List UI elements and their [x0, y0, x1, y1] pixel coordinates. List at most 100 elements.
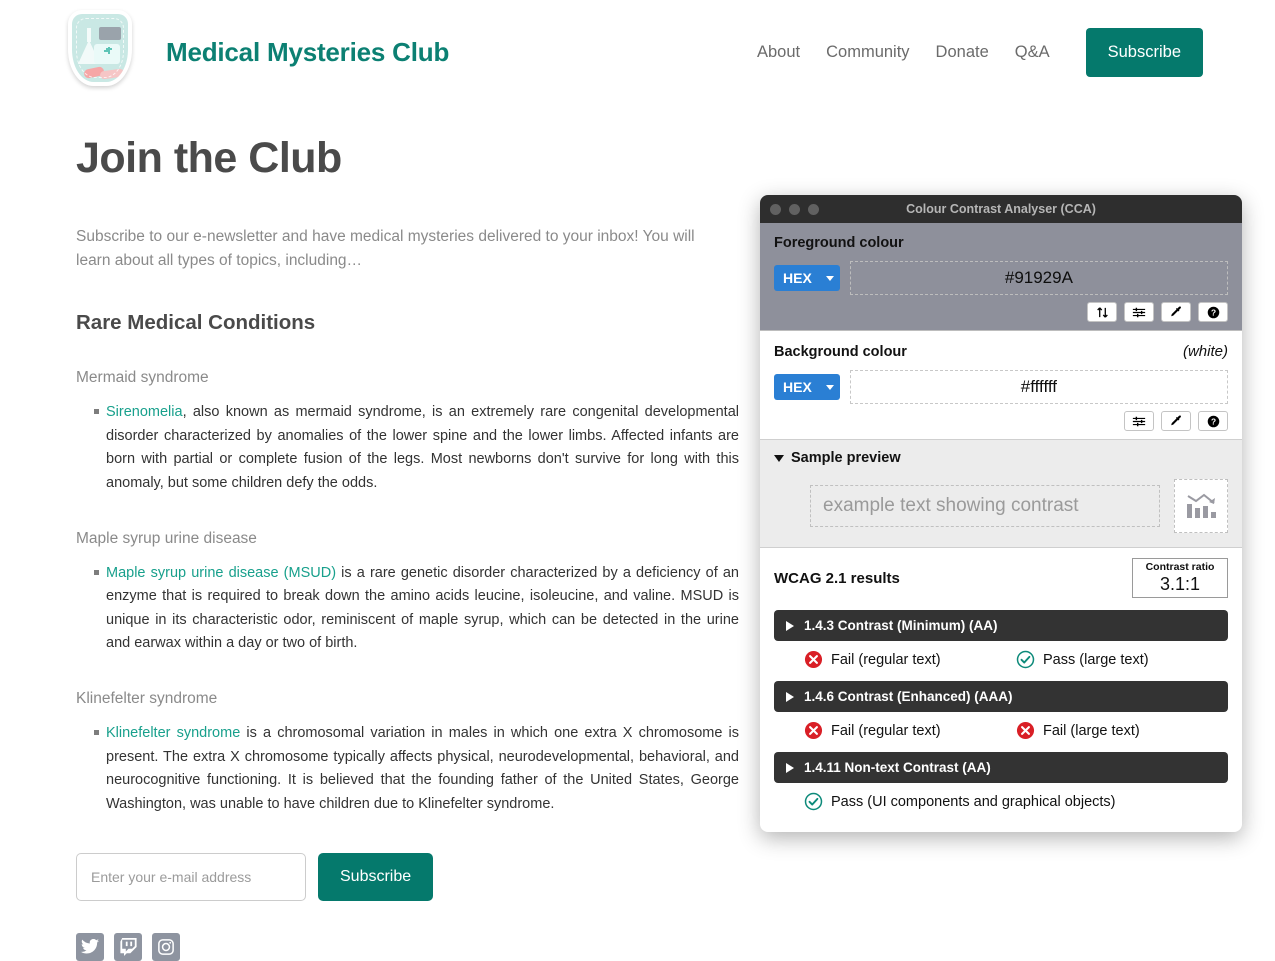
result-fail-regular-text: Fail (regular text)	[804, 721, 1016, 740]
criterion-title: 1.4.11 Non-text Contrast (AA)	[804, 760, 991, 776]
criterion-1-4-3-results: Fail (regular text) Pass (large text)	[804, 650, 1228, 669]
result-label: Fail (regular text)	[831, 651, 941, 668]
fail-icon	[1016, 722, 1035, 740]
brand-title: Medical Mysteries Club	[166, 36, 450, 67]
background-label: Background colour	[774, 344, 907, 360]
foreground-header: Foreground colour	[774, 235, 1228, 251]
fail-icon	[804, 722, 823, 740]
background-header: Background colour (white)	[774, 343, 1228, 360]
foreground-format-select[interactable]: HEX	[774, 265, 840, 291]
minimize-icon[interactable]	[789, 203, 800, 215]
sliders-icon[interactable]	[1124, 302, 1154, 322]
background-format-value: HEX	[783, 379, 812, 395]
condition-link-msud[interactable]: Maple syrup urine disease (MSUD)	[106, 565, 336, 581]
foreground-hex-input[interactable]	[849, 261, 1228, 295]
criterion-title: 1.4.6 Contrast (Enhanced) (AAA)	[804, 689, 1013, 705]
criterion-1-4-11-header[interactable]: 1.4.11 Non-text Contrast (AA)	[774, 752, 1228, 784]
chevron-down-icon	[825, 384, 834, 390]
chevron-right-icon	[786, 762, 794, 773]
site-logo[interactable]	[68, 10, 140, 94]
window-controls	[770, 203, 819, 215]
result-pass-ui-components: Pass (UI components and graphical object…	[804, 792, 1116, 811]
nav-item-qa[interactable]: Q&A	[1015, 43, 1050, 62]
list-item: Maple syrup urine disease (MSUD) is a ra…	[94, 562, 739, 657]
eyedropper-icon[interactable]	[1161, 411, 1191, 431]
header-subscribe-button[interactable]: Subscribe	[1085, 27, 1203, 77]
foreground-format-value: HEX	[783, 270, 812, 286]
window-titlebar[interactable]: Colour Contrast Analyser (CCA)	[760, 195, 1242, 223]
swap-colours-icon[interactable]	[1087, 302, 1117, 322]
foreground-colour-section: Foreground colour HEX ?	[760, 223, 1242, 330]
wcag-results-section: WCAG 2.1 results Contrast ratio 3.1:1 1.…	[760, 547, 1242, 826]
nav-item-donate[interactable]: Donate	[936, 43, 989, 62]
medical-kit-icon	[94, 44, 120, 64]
background-colour-note: (white)	[1182, 343, 1228, 360]
criterion-1-4-3-header[interactable]: 1.4.3 Contrast (Minimum) (AA)	[774, 610, 1228, 642]
close-icon[interactable]	[770, 203, 781, 215]
monitor-decoration	[99, 27, 121, 40]
maximize-icon[interactable]	[808, 203, 819, 215]
nav-item-about[interactable]: About	[757, 43, 800, 62]
twitch-icon[interactable]	[114, 932, 142, 961]
background-format-select[interactable]: HEX	[774, 374, 840, 400]
background-colour-row: HEX	[774, 370, 1228, 404]
fail-icon	[804, 651, 823, 669]
foreground-icon-row: ?	[774, 302, 1228, 322]
background-colour-section: Background colour (white) HEX ?	[760, 330, 1242, 439]
main-nav: About Community Donate Q&A Subscribe	[757, 27, 1203, 77]
condition-list-klinefelter-syndrome: Klinefelter syndrome is a chromosomal va…	[76, 722, 740, 817]
criterion-title: 1.4.3 Contrast (Minimum) (AA)	[804, 618, 998, 634]
condition-list-mermaid-syndrome: Sirenomelia, also known as mermaid syndr…	[76, 401, 740, 496]
contrast-ratio-value: 3.1:1	[1159, 573, 1201, 594]
site-header: Medical Mysteries Club About Community D…	[0, 0, 1275, 100]
pass-icon	[1016, 651, 1035, 669]
condition-heading-mermaid-syndrome: Mermaid syndrome	[76, 369, 209, 387]
criterion-1-4-6-results: Fail (regular text) Fail (large text)	[804, 721, 1228, 740]
contrast-ratio-label: Contrast ratio	[1145, 561, 1215, 573]
help-icon[interactable]: ?	[1198, 302, 1228, 322]
result-label: Fail (large text)	[1043, 722, 1140, 739]
sample-preview-body: example text showing contrast	[810, 479, 1228, 533]
page-title: Join the Club	[76, 134, 342, 182]
eyedropper-icon[interactable]	[1161, 302, 1191, 322]
condition-link-sirenomelia[interactable]: Sirenomelia	[106, 404, 183, 420]
sample-text[interactable]: example text showing contrast	[810, 485, 1160, 527]
background-icon-row: ?	[774, 411, 1228, 431]
result-label: Pass (UI components and graphical object…	[831, 793, 1116, 810]
result-fail-large-text: Fail (large text)	[1016, 721, 1228, 740]
criterion-1-4-11-results: Pass (UI components and graphical object…	[804, 792, 1228, 811]
email-input[interactable]	[76, 852, 306, 901]
intro-paragraph: Subscribe to our e-newsletter and have m…	[76, 228, 695, 270]
condition-link-klinefelter[interactable]: Klinefelter syndrome	[106, 725, 240, 741]
condition-heading-maple-syrup-urine-disease: Maple syrup urine disease	[76, 529, 257, 547]
result-pass-large-text: Pass (large text)	[1016, 650, 1228, 669]
pass-icon	[804, 793, 823, 811]
result-fail-regular-text: Fail (regular text)	[804, 650, 1016, 669]
criterion-1-4-6-header[interactable]: 1.4.6 Contrast (Enhanced) (AAA)	[774, 681, 1228, 713]
svg-text:?: ?	[1210, 416, 1215, 426]
pill-icon	[99, 68, 125, 80]
help-icon[interactable]: ?	[1198, 411, 1228, 431]
sample-preview-toggle[interactable]: Sample preview	[774, 450, 1228, 466]
nav-item-community[interactable]: Community	[826, 43, 909, 62]
cross-decoration	[108, 47, 110, 54]
background-hex-input[interactable]	[849, 370, 1228, 404]
condition-list-maple-syrup-urine-disease: Maple syrup urine disease (MSUD) is a ra…	[76, 562, 740, 657]
instagram-icon[interactable]	[152, 932, 180, 961]
social-links	[76, 932, 740, 961]
condition-heading-klinefelter-syndrome: Klinefelter syndrome	[76, 690, 218, 708]
list-item: Sirenomelia, also known as mermaid syndr…	[94, 401, 739, 496]
newsletter-subscribe-button[interactable]: Subscribe	[318, 852, 434, 901]
declining-bar-chart-icon	[1174, 479, 1228, 533]
sliders-icon[interactable]	[1124, 411, 1154, 431]
colour-contrast-analyser-window: Colour Contrast Analyser (CCA) Foregroun…	[760, 195, 1242, 832]
result-label: Pass (large text)	[1043, 651, 1149, 668]
window-title: Colour Contrast Analyser (CCA)	[906, 202, 1096, 216]
contrast-ratio-box: Contrast ratio 3.1:1	[1132, 558, 1228, 599]
shield-icon	[68, 10, 132, 86]
condition-body: , also known as mermaid syndrome, is an …	[106, 404, 739, 491]
flask-neck-decoration	[87, 28, 91, 42]
wcag-title: WCAG 2.1 results	[774, 569, 900, 587]
pill-icon	[83, 66, 105, 79]
twitter-icon[interactable]	[76, 932, 104, 961]
